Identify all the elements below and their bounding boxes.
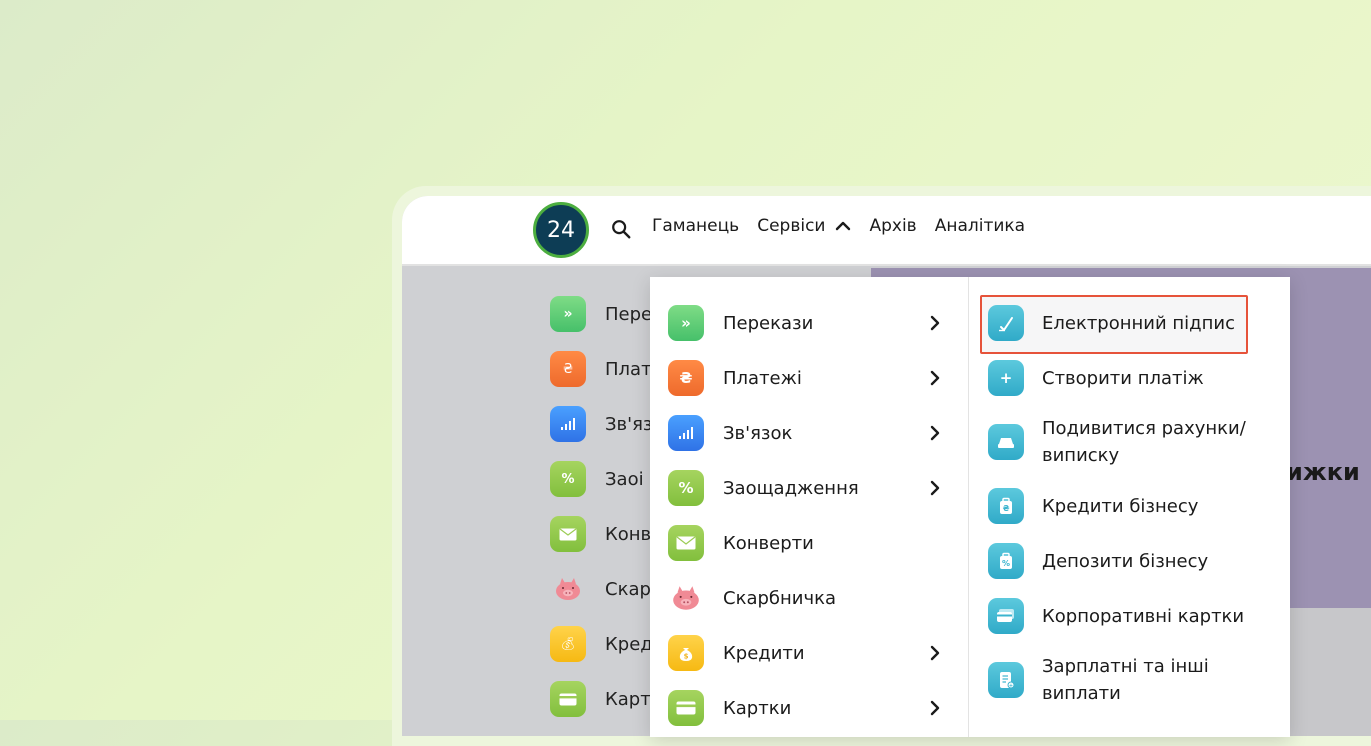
main-nav: Гаманець Сервіси Архів Аналітика	[652, 216, 1043, 236]
envelope-icon	[550, 516, 586, 552]
chevron-right-icon	[930, 700, 940, 716]
sub-item-business-deposits[interactable]: % Депозити бізнесу	[988, 543, 1258, 579]
percent-icon: %	[550, 461, 586, 497]
services-dropdown: » Перекази ₴ Платежі Зв'язок % Заощаджен…	[650, 277, 1290, 737]
signal-icon	[668, 415, 704, 451]
transfer-icon: »	[668, 305, 704, 341]
bg-item-label: Карт	[605, 688, 651, 710]
bg-item-label: Заоі	[605, 468, 644, 490]
menu-item-label: Зв'язок	[723, 422, 793, 444]
sub-item-e-signature[interactable]: Електронний підпис	[988, 305, 1258, 341]
logo-text: 24	[547, 217, 575, 243]
percent-icon: %	[668, 470, 704, 506]
corporate-card-icon	[988, 598, 1024, 634]
menu-item-label: Заощадження	[723, 477, 859, 499]
menu-item-label: Кредити	[723, 642, 805, 664]
chevron-right-icon	[930, 645, 940, 661]
bg-item-credits: 💰︎ Кред	[550, 624, 653, 664]
sub-item-label: Створити платіж	[1042, 367, 1204, 389]
privat24-logo[interactable]: 24	[533, 202, 589, 258]
search-icon[interactable]	[610, 218, 632, 240]
money-bag-icon: $	[668, 635, 704, 671]
sub-item-statements[interactable]: Подивитися рахунки/ виписку	[988, 415, 1258, 469]
chevron-right-icon	[930, 480, 940, 496]
piggy-bank-icon	[668, 580, 704, 616]
menu-item-payments[interactable]: ₴ Платежі	[668, 358, 948, 398]
sub-item-create-payment[interactable]: + Створити платіж	[988, 360, 1258, 396]
chevron-right-icon	[930, 425, 940, 441]
sub-item-label: Електронний підпис	[1042, 312, 1235, 334]
bg-item-transfers: » Пере	[550, 294, 652, 334]
business-deposit-icon: %	[988, 543, 1024, 579]
sub-item-label: Подивитися рахунки/ виписку	[1042, 418, 1246, 466]
statement-icon	[988, 424, 1024, 460]
svg-text:+: +	[1009, 683, 1013, 689]
svg-text:$: $	[684, 653, 689, 661]
bg-item-savings: % Заоі	[550, 459, 644, 499]
menu-item-transfers[interactable]: » Перекази	[668, 303, 948, 343]
payment-icon: ₴	[550, 351, 586, 387]
nav-wallet[interactable]: Гаманець	[652, 216, 739, 236]
menu-item-envelopes[interactable]: Конверти	[668, 523, 948, 563]
envelope-icon	[668, 525, 704, 561]
bg-item-piggybank: Скар	[550, 569, 651, 609]
menu-item-connection[interactable]: Зв'язок	[668, 413, 948, 453]
signature-icon	[988, 305, 1024, 341]
bg-item-payments: ₴ Плат	[550, 349, 652, 389]
top-header: 24 Гаманець Сервіси Архів Аналітика	[402, 196, 1371, 266]
bg-item-cards: Карт	[550, 679, 651, 719]
menu-item-label: Перекази	[723, 312, 814, 334]
menu-item-credits[interactable]: $ Кредити	[668, 633, 948, 673]
bg-item-label: Конв	[605, 523, 652, 545]
bg-item-label: Пере	[605, 303, 653, 325]
menu-item-label: Скарбничка	[723, 587, 837, 609]
nav-archive[interactable]: Архів	[869, 216, 916, 236]
signal-icon	[550, 406, 586, 442]
bg-item-envelopes: Конв	[550, 514, 651, 554]
business-credit-icon: ₴	[988, 488, 1024, 524]
nav-analytics[interactable]: Аналітика	[935, 216, 1025, 236]
sub-item-label: Корпоративні картки	[1042, 605, 1245, 627]
sub-item-label: Зарплатні та інші виплати	[1042, 656, 1209, 704]
payment-icon: ₴	[668, 360, 704, 396]
menu-item-label: Конверти	[723, 532, 814, 554]
sub-item-business-credits[interactable]: ₴ Кредити бізнесу	[988, 488, 1258, 524]
card-icon	[550, 681, 586, 717]
sub-item-corporate-cards[interactable]: Корпоративні картки	[988, 598, 1258, 634]
bg-item-label: Скар	[605, 578, 651, 600]
bg-item-connection: Зв'яз	[550, 404, 653, 444]
bg-item-label: Плат	[605, 358, 652, 380]
transfer-icon: »	[550, 296, 586, 332]
sub-item-label: Кредити бізнесу	[1042, 495, 1199, 517]
menu-item-cards[interactable]: Картки	[668, 688, 948, 728]
menu-item-label: Платежі	[723, 367, 802, 389]
sub-item-label: Депозити бізнесу	[1042, 550, 1209, 572]
chevron-right-icon	[930, 315, 940, 331]
svg-text:%: %	[1002, 559, 1010, 568]
card-icon	[668, 690, 704, 726]
bg-item-label: Кред	[605, 633, 653, 655]
chevron-right-icon	[930, 370, 940, 386]
menu-item-piggybank[interactable]: Скарбничка	[668, 578, 948, 618]
menu-item-label: Картки	[723, 697, 792, 719]
plus-icon: +	[988, 360, 1024, 396]
chevron-up-icon[interactable]	[835, 218, 851, 234]
menu-item-savings[interactable]: % Заощадження	[668, 468, 948, 508]
svg-text:₴: ₴	[1003, 504, 1010, 513]
column-divider	[968, 277, 969, 737]
banner-heading-fragment: ижки	[1286, 458, 1360, 486]
nav-services[interactable]: Сервіси	[757, 216, 825, 236]
salary-icon: +	[988, 662, 1024, 698]
sub-item-salary-payments[interactable]: + Зарплатні та інші виплати	[988, 653, 1258, 707]
piggy-bank-icon	[550, 571, 586, 607]
money-bag-icon: 💰︎	[550, 626, 586, 662]
bg-item-label: Зв'яз	[605, 413, 653, 435]
